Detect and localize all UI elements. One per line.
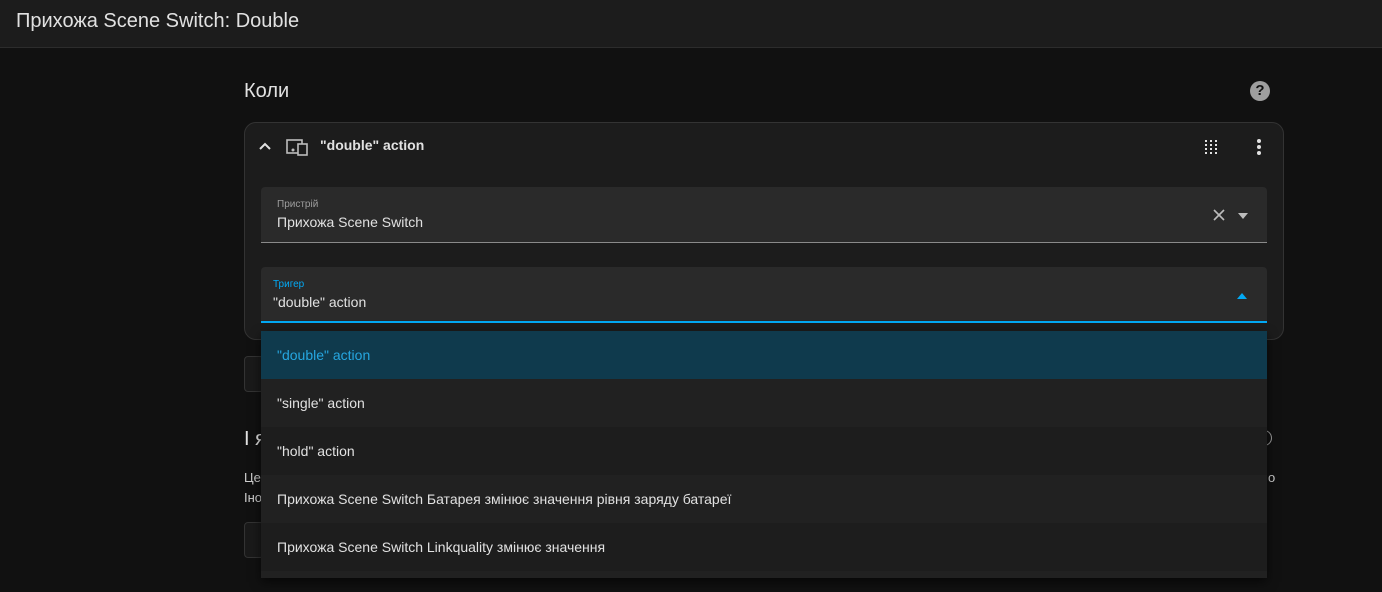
- help-circle-icon[interactable]: ?: [1250, 81, 1270, 101]
- device-select[interactable]: Пристрій Прихожа Scene Switch: [261, 187, 1267, 243]
- trigger-dropdown-menu: "double" action "single" action "hold" a…: [261, 331, 1267, 578]
- conditions-description: Це: [244, 470, 261, 485]
- conditions-description-line2: Іно: [244, 490, 263, 505]
- dropdown-option-battery[interactable]: Прихожа Scene Switch Батарея змінює знач…: [261, 475, 1267, 523]
- chevron-up-icon[interactable]: [258, 140, 272, 152]
- drag-handle-icon[interactable]: [1203, 138, 1219, 156]
- dropdown-arrow-up-icon[interactable]: [1237, 293, 1247, 299]
- device-icon: [286, 139, 308, 156]
- dropdown-option-single[interactable]: "single" action: [261, 379, 1267, 427]
- device-select-label: Пристрій: [277, 199, 319, 210]
- page-title: Прихожа Scene Switch: Double: [16, 10, 300, 32]
- trigger-card-title: "double" action: [320, 137, 425, 153]
- trigger-select-label: Тригер: [273, 279, 305, 290]
- device-select-value: Прихожа Scene Switch: [277, 214, 424, 230]
- clear-icon[interactable]: [1213, 209, 1225, 221]
- conditions-description-end: о: [1268, 470, 1276, 485]
- dropdown-option-linkquality[interactable]: Прихожа Scene Switch Linkquality змінює …: [261, 523, 1267, 571]
- dropdown-option-double[interactable]: "double" action: [261, 331, 1267, 379]
- top-app-bar: Прихожа Scene Switch: Double: [0, 0, 1382, 48]
- dropdown-option-hold[interactable]: "hold" action: [261, 427, 1267, 475]
- trigger-select[interactable]: Тригер "double" action: [261, 267, 1267, 323]
- more-vert-icon[interactable]: [1250, 137, 1268, 157]
- dropdown-arrow-icon[interactable]: [1238, 213, 1248, 219]
- section-title: Коли: [244, 80, 290, 102]
- trigger-select-value: "double" action: [273, 294, 367, 310]
